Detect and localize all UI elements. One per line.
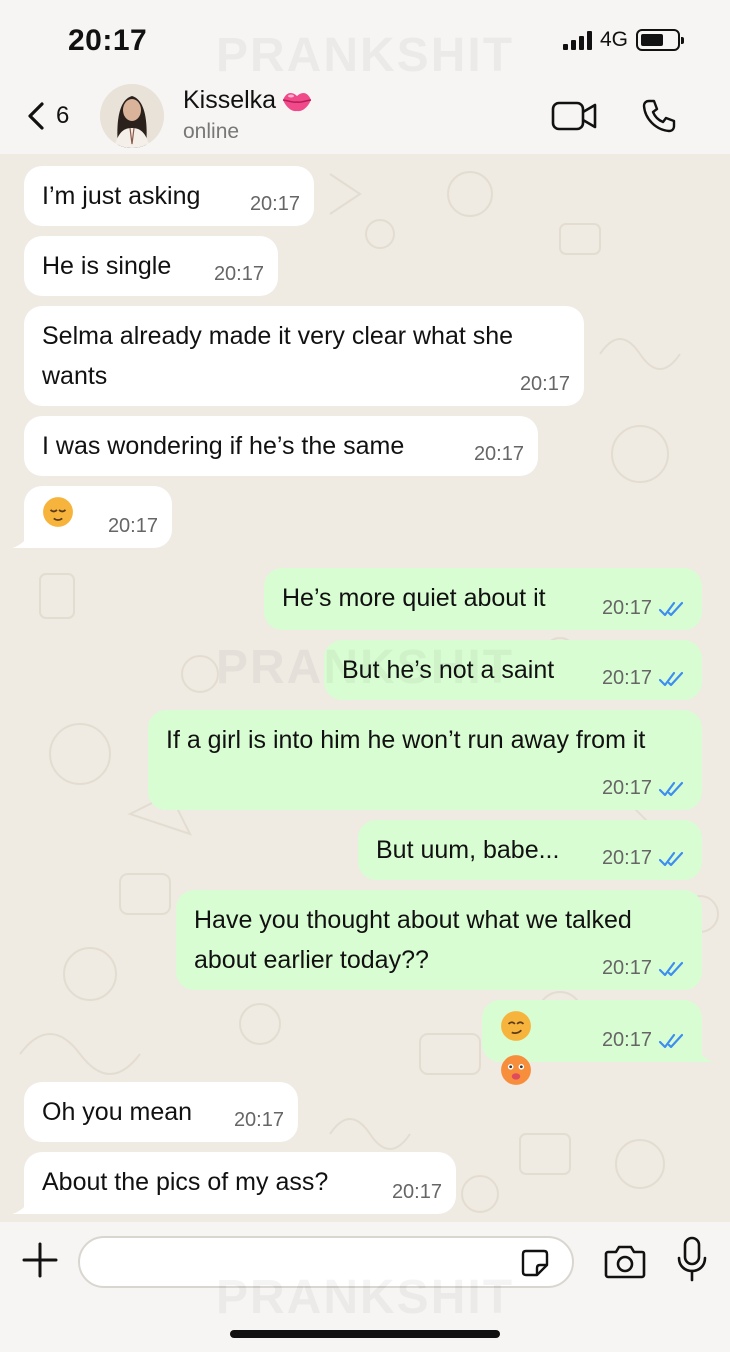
outgoing-message[interactable]: But uum, babe... 20:17 [358, 820, 702, 880]
incoming-message[interactable]: I’m just asking 20:17 [24, 166, 314, 226]
message-meta: 20:17 [520, 373, 570, 396]
incoming-message[interactable]: Selma already made it very clear what sh… [24, 306, 584, 406]
outgoing-message[interactable]: But he’s not a saint 20:17 [324, 640, 702, 700]
message-meta: 20:17 [474, 443, 524, 466]
bubble-tail [12, 532, 32, 548]
message-meta: 20:17 [250, 193, 300, 216]
video-call-button[interactable] [550, 96, 600, 136]
incoming-message[interactable]: I was wondering if he’s the same 20:17 [24, 416, 538, 476]
chevron-left-icon [28, 102, 44, 130]
message-meta: 20:17 [392, 1181, 442, 1204]
chat-area[interactable]: I’m just asking 20:17 He is single 20:17 Sel… [0, 154, 730, 1222]
read-ticks-icon [658, 671, 684, 686]
unread-count: 6 [56, 102, 70, 129]
sticker-icon[interactable] [520, 1248, 550, 1278]
outgoing-message[interactable]: Have you thought about what we talked ab… [176, 890, 702, 990]
message-time: 20:17 [249, 193, 300, 215]
message-meta: 20:17 [602, 847, 688, 870]
message-text: If a girl is into him he won’t run away … [166, 726, 646, 754]
message-time: 20:17 [233, 1109, 284, 1131]
read-ticks-icon [658, 601, 684, 616]
message-time: 20:17 [601, 777, 652, 799]
chat-header: 6 Kisselka online [0, 80, 730, 154]
message-time: 20:17 [107, 515, 158, 537]
phone-icon [642, 99, 676, 133]
input-bar [0, 1222, 730, 1352]
message-meta: 20:17 [602, 777, 688, 800]
battery-icon [636, 29, 684, 51]
status-time: 20:17 [68, 24, 148, 57]
message-meta: 20:17 [602, 957, 688, 980]
message-time: 20:17 [213, 263, 264, 285]
camera-icon[interactable] [604, 1242, 646, 1280]
microphone-icon[interactable] [676, 1236, 708, 1282]
video-camera-icon [551, 101, 597, 131]
message-time: 20:17 [601, 597, 652, 619]
read-ticks-icon [658, 961, 684, 976]
incoming-message[interactable]: About the pics of my ass? 20:17 [12, 1152, 456, 1214]
read-ticks-icon [658, 781, 684, 796]
status-bar: 20:17 4G [0, 0, 730, 80]
message-time: 20:17 [519, 373, 570, 395]
message-text: I was wondering if he’s the same [42, 432, 405, 460]
status-indicators: 4G [562, 28, 684, 52]
message-time: 20:17 [391, 1181, 442, 1203]
outgoing-message[interactable]: If a girl is into him he won’t run away … [148, 710, 702, 810]
message-meta: 20:17 [602, 1029, 688, 1052]
incoming-message[interactable]: Oh you mean 20:17 [24, 1082, 298, 1142]
message-time: 20:17 [601, 667, 652, 689]
message-time: 20:17 [601, 1029, 652, 1051]
outgoing-message[interactable]: He’s more quiet about it 20:17 [264, 568, 702, 630]
message-meta: 20:17 [234, 1109, 284, 1132]
message-time: 20:17 [601, 847, 652, 869]
message-time: 20:17 [601, 957, 652, 979]
incoming-message[interactable]: 20:17 [12, 486, 172, 548]
bubble-tail [694, 1046, 714, 1062]
message-meta: 20:17 [108, 515, 158, 538]
message-meta: 20:17 [602, 597, 688, 620]
message-time: 20:17 [473, 443, 524, 465]
home-indicator [230, 1330, 500, 1338]
voice-call-button[interactable] [634, 96, 684, 136]
read-ticks-icon [658, 1033, 684, 1048]
incoming-message[interactable]: He is single 20:17 [24, 236, 278, 296]
avatar[interactable] [100, 84, 164, 148]
contact-name[interactable]: Kisselka [183, 86, 314, 115]
signal-icon [562, 30, 592, 50]
contact-status: online [183, 120, 240, 143]
plus-icon[interactable] [22, 1242, 58, 1278]
message-text: About the pics of my ass? [42, 1168, 329, 1196]
outgoing-message[interactable]: 20:17 [482, 1000, 714, 1085]
message-meta: 20:17 [602, 667, 688, 690]
network-label: 4G [599, 28, 628, 51]
message-text: Selma already made it very clear what sh… [42, 322, 514, 390]
bubble-tail [12, 1198, 32, 1214]
kiss-lips-icon [282, 92, 312, 111]
message-meta: 20:17 [214, 263, 264, 286]
read-ticks-icon [658, 851, 684, 866]
message-input[interactable] [78, 1236, 574, 1288]
back-button[interactable]: 6 [24, 98, 69, 134]
